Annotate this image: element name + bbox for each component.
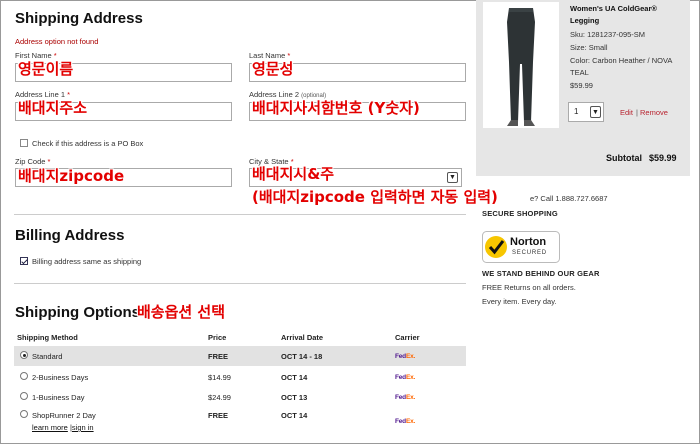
radio-2-business-days[interactable] — [20, 372, 28, 380]
method-cell: 2-Business Days — [32, 373, 89, 382]
price-cell: $24.99 — [208, 393, 231, 402]
product-size: Size: Small — [570, 43, 608, 52]
first-name-label: First Name * — [15, 51, 57, 60]
fedex-logo: FedEx. — [395, 353, 416, 360]
chevron-down-icon: ▼ — [447, 172, 458, 183]
call-phone-text: e? Call 1.888.727.6687 — [530, 194, 608, 203]
shipping-options-title: Shipping Options — [15, 304, 140, 321]
shipping-address-title: Shipping Address — [15, 10, 143, 27]
shoprunner-links: learn more |sign in — [32, 423, 94, 432]
section-divider — [14, 214, 466, 215]
annotation-last-name: 영문성 — [252, 60, 294, 78]
annotation-address-2: 배대지사서함번호 (Y숫자) — [252, 99, 420, 117]
product-name[interactable]: Women's UA ColdGear® Legging — [570, 3, 688, 27]
zip-code-label: Zip Code * — [15, 157, 51, 166]
chevron-down-icon: ▼ — [590, 106, 601, 118]
cart-summary-panel: Women's UA ColdGear® Legging Sku: 128123… — [476, 0, 690, 176]
sign-in-link[interactable]: sign in — [72, 423, 94, 432]
secure-shopping-heading: SECURE SHOPPING — [482, 209, 558, 218]
radio-1-business-day[interactable] — [20, 392, 28, 400]
legging-icon — [507, 8, 535, 126]
billing-same-label: Billing address same as shipping — [32, 257, 142, 266]
address-error-message: Address option not found — [15, 37, 99, 46]
annotation-shipping-options: 배송옵션 선택 — [137, 303, 226, 321]
free-returns-text: FREE Returns on all orders. — [482, 283, 576, 292]
norton-name: Norton — [510, 236, 547, 248]
edit-link[interactable]: Edit — [620, 108, 633, 117]
annotation-address-1: 배대지주소 — [18, 99, 88, 117]
address-line-2-label: Address Line 2 (optional) — [249, 90, 327, 99]
method-cell: Standard — [32, 352, 63, 361]
subtotal-label: Subtotal — [606, 153, 642, 163]
po-box-label: Check if this address is a PO Box — [32, 139, 144, 148]
billing-same-checkbox[interactable] — [20, 257, 28, 265]
annotation-city-state: 배대지시&주 — [252, 165, 335, 183]
link-separator: | — [636, 108, 638, 117]
header-shipping-method: Shipping Method — [17, 333, 78, 342]
every-item-text: Every item. Every day. — [482, 297, 557, 306]
learn-more-link[interactable]: learn more — [32, 423, 68, 432]
header-carrier: Carrier — [395, 333, 420, 342]
subtotal-value: $59.99 — [649, 153, 677, 163]
stand-behind-heading: WE STAND BEHIND OUR GEAR — [482, 269, 600, 278]
annotation-first-name: 영문이름 — [18, 60, 74, 78]
product-image[interactable] — [483, 2, 559, 128]
radio-standard[interactable] — [20, 351, 28, 359]
method-cell: ShopRunner 2 Day — [32, 411, 96, 420]
price-cell: FREE — [208, 411, 229, 420]
annotation-city-state-note: (배대지zipcode 입력하면 자동 입력) — [252, 188, 498, 206]
norton-secured-text: SECURED — [512, 250, 547, 256]
norton-secured-badge[interactable]: Norton SECURED — [482, 231, 560, 263]
billing-address-title: Billing Address — [15, 227, 125, 244]
price-cell: $14.99 — [208, 373, 231, 382]
annotation-zip: 배대지zipcode — [18, 167, 125, 185]
method-cell: 1-Business Day — [32, 393, 85, 402]
product-sku: Sku: 1281237-095-SM — [570, 30, 646, 39]
product-color: Color: Carbon Heather / NOVA TEAL — [570, 56, 672, 77]
price-cell: FREE — [208, 352, 229, 361]
arrival-cell: OCT 14 - 18 — [281, 352, 323, 361]
arrival-cell: OCT 14 — [281, 373, 308, 382]
product-price: $59.99 — [570, 81, 593, 90]
fedex-logo: FedEx. — [395, 394, 416, 401]
po-box-checkbox[interactable] — [20, 139, 28, 147]
address-line-1-label: Address Line 1 * — [15, 90, 71, 99]
fedex-logo: FedEx. — [395, 374, 416, 381]
quantity-select[interactable]: 1 ▼ — [568, 102, 604, 122]
header-arrival-date: Arrival Date — [281, 333, 324, 342]
remove-link[interactable]: Remove — [640, 108, 668, 117]
arrival-cell: OCT 14 — [281, 411, 308, 420]
header-price: Price — [208, 333, 227, 342]
radio-shoprunner[interactable] — [20, 410, 28, 418]
fedex-logo: FedEx. — [395, 418, 416, 425]
arrival-cell: OCT 13 — [281, 393, 308, 402]
last-name-label: Last Name * — [249, 51, 291, 60]
section-divider — [14, 283, 466, 284]
